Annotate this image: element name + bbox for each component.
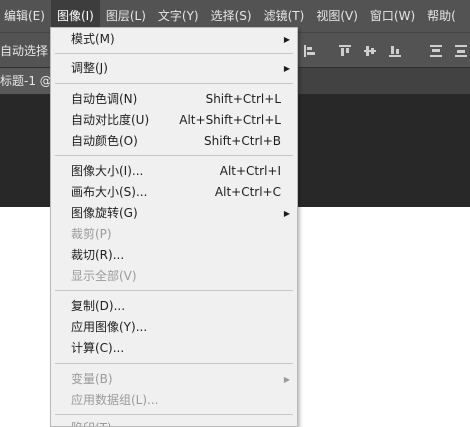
- image-menu-dropdown: 模式(M) ▶ 调整(J) ▶ 自动色调(N) Shift+Ctrl+L 自动对…: [50, 27, 298, 427]
- menu-item-mode[interactable]: 模式(M) ▶: [51, 29, 297, 50]
- menu-item-auto-color[interactable]: 自动颜色(O) Shift+Ctrl+B: [51, 131, 297, 152]
- menu-item-apply-image[interactable]: 应用图像(Y)...: [51, 317, 297, 338]
- submenu-arrow-icon: ▶: [283, 64, 290, 73]
- menu-item-calculations[interactable]: 计算(C)...: [51, 338, 297, 359]
- menu-item-trim[interactable]: 裁切(R)...: [51, 245, 297, 266]
- photoshop-window: 编辑(E) 图像(I) 图层(L) 文字(Y) 选择(S) 滤镜(T) 视图(V…: [0, 0, 470, 427]
- shortcut-text: Alt+Ctrl+I: [219, 164, 281, 178]
- submenu-arrow-icon: ▶: [283, 209, 290, 218]
- menu-item-duplicate[interactable]: 复制(D)...: [51, 296, 297, 317]
- menu-divider: [55, 53, 293, 54]
- menu-item-crop[interactable]: 裁剪(P): [51, 224, 297, 245]
- menu-divider: [55, 155, 293, 156]
- align-left-icon[interactable]: [304, 45, 316, 57]
- menu-divider: [55, 290, 293, 291]
- menu-divider: [55, 414, 293, 415]
- shortcut-text: Alt+Ctrl+C: [214, 185, 281, 199]
- shortcut-text: Shift+Ctrl+B: [204, 134, 281, 148]
- menu-divider: [55, 83, 293, 84]
- menu-help[interactable]: 帮助(: [421, 0, 462, 32]
- menu-edit[interactable]: 编辑(E): [0, 0, 51, 32]
- menu-item-trap[interactable]: 陷印(T)...: [51, 418, 297, 426]
- distribute-top-icon[interactable]: [430, 45, 442, 57]
- menu-item-reveal-all[interactable]: 显示全部(V): [51, 266, 297, 287]
- menu-item-variables[interactable]: 变量(B) ▶: [51, 369, 297, 390]
- align-bottom-icon[interactable]: [389, 45, 401, 57]
- menu-window[interactable]: 窗口(W): [364, 0, 421, 32]
- distribute-center-icon[interactable]: [455, 45, 467, 57]
- submenu-arrow-icon: ▶: [283, 375, 290, 384]
- menu-item-image-rotation[interactable]: 图像旋转(G) ▶: [51, 203, 297, 224]
- menu-item-adjustments[interactable]: 调整(J) ▶: [51, 58, 297, 79]
- shortcut-text: Shift+Ctrl+L: [205, 92, 281, 106]
- menu-item-canvas-size[interactable]: 画布大小(S)... Alt+Ctrl+C: [51, 182, 297, 203]
- menu-item-auto-tone[interactable]: 自动色调(N) Shift+Ctrl+L: [51, 89, 297, 110]
- menu-divider: [55, 363, 293, 364]
- align-vertical-center-icon[interactable]: [364, 45, 376, 57]
- menu-view[interactable]: 视图(V): [310, 0, 364, 32]
- menu-item-image-size[interactable]: 图像大小(I)... Alt+Ctrl+I: [51, 161, 297, 182]
- align-top-icon[interactable]: [339, 45, 351, 57]
- menu-item-apply-data-set[interactable]: 应用数据组(L)...: [51, 390, 297, 411]
- shortcut-text: Alt+Shift+Ctrl+L: [179, 113, 281, 127]
- menu-item-auto-contrast[interactable]: 自动对比度(U) Alt+Shift+Ctrl+L: [51, 110, 297, 131]
- submenu-arrow-icon: ▶: [283, 35, 290, 44]
